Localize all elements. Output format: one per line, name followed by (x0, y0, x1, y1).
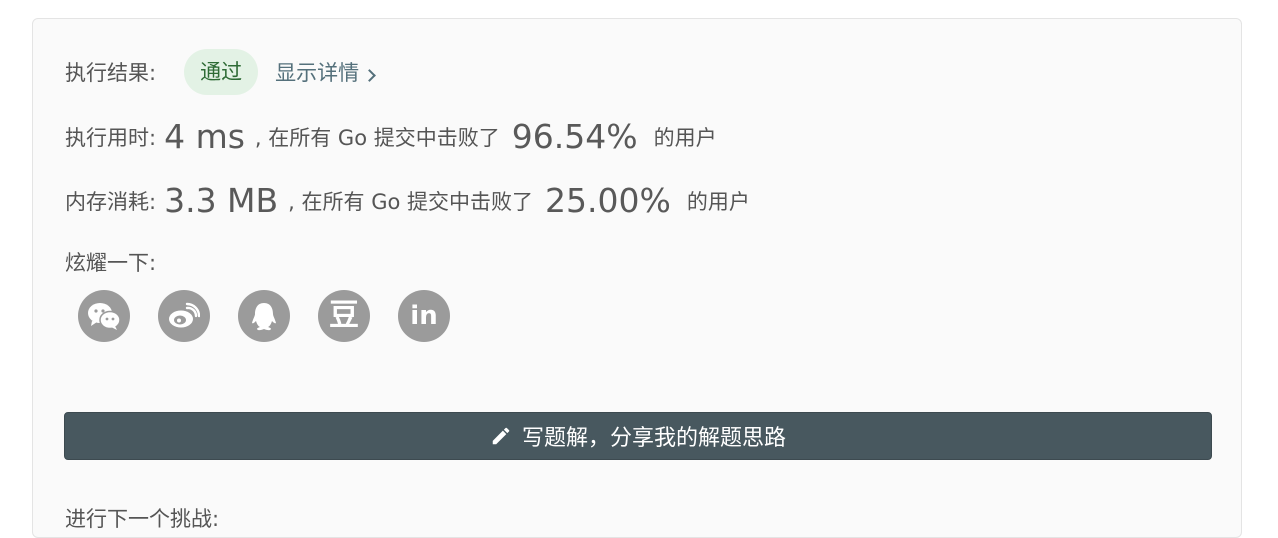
show-details-label: 显示详情 (275, 61, 360, 85)
runtime-value: 4 ms (164, 117, 245, 156)
weibo-share-button[interactable] (158, 290, 210, 342)
next-challenge-label: 进行下一个挑战: (65, 507, 220, 531)
douban-share-button[interactable]: 豆 (318, 290, 370, 342)
share-row: 炫耀一下: (65, 247, 156, 277)
wechat-icon (88, 303, 121, 330)
runtime-mid-text: , 在所有 Go 提交中击败了 (254, 125, 500, 150)
memory-label: 内存消耗: (65, 189, 157, 214)
weibo-icon (169, 302, 200, 328)
qq-icon (252, 303, 276, 331)
wechat-share-button[interactable] (78, 290, 130, 342)
runtime-row: 执行用时: 4 ms , 在所有 Go 提交中击败了 96.54% 的用户 (65, 117, 717, 156)
share-label: 炫耀一下: (65, 251, 157, 275)
share-icons: 豆 in (78, 290, 478, 342)
submission-result-panel: 执行结果: 通过 显示详情 执行用时: 4 ms , 在所有 Go 提交中击败了… (32, 18, 1242, 538)
pencil-icon (492, 427, 510, 445)
qq-share-button[interactable] (238, 290, 290, 342)
memory-percent: 25.00% (545, 181, 671, 220)
result-row: 执行结果: 通过 显示详情 (65, 49, 376, 95)
linkedin-share-button[interactable]: in (398, 290, 450, 342)
show-details-link[interactable]: 显示详情 (275, 57, 376, 87)
runtime-percent: 96.54% (511, 117, 638, 156)
result-label: 执行结果: (65, 61, 157, 85)
status-badge: 通过 (184, 49, 259, 95)
runtime-label: 执行用时: (65, 125, 157, 150)
linkedin-icon: in (410, 301, 438, 331)
write-solution-label: 写题解，分享我的解题思路 (521, 426, 786, 451)
memory-row: 内存消耗: 3.3 MB , 在所有 Go 提交中击败了 25.00% 的用户 (65, 181, 750, 220)
chevron-right-icon (363, 69, 376, 82)
memory-value: 3.3 MB (164, 181, 279, 220)
runtime-suffix: 的用户 (653, 125, 717, 150)
memory-suffix: 的用户 (686, 189, 750, 214)
douban-icon: 豆 (329, 298, 359, 333)
memory-mid-text: , 在所有 Go 提交中击败了 (288, 189, 533, 214)
write-solution-button[interactable]: 写题解，分享我的解题思路 (64, 412, 1212, 460)
